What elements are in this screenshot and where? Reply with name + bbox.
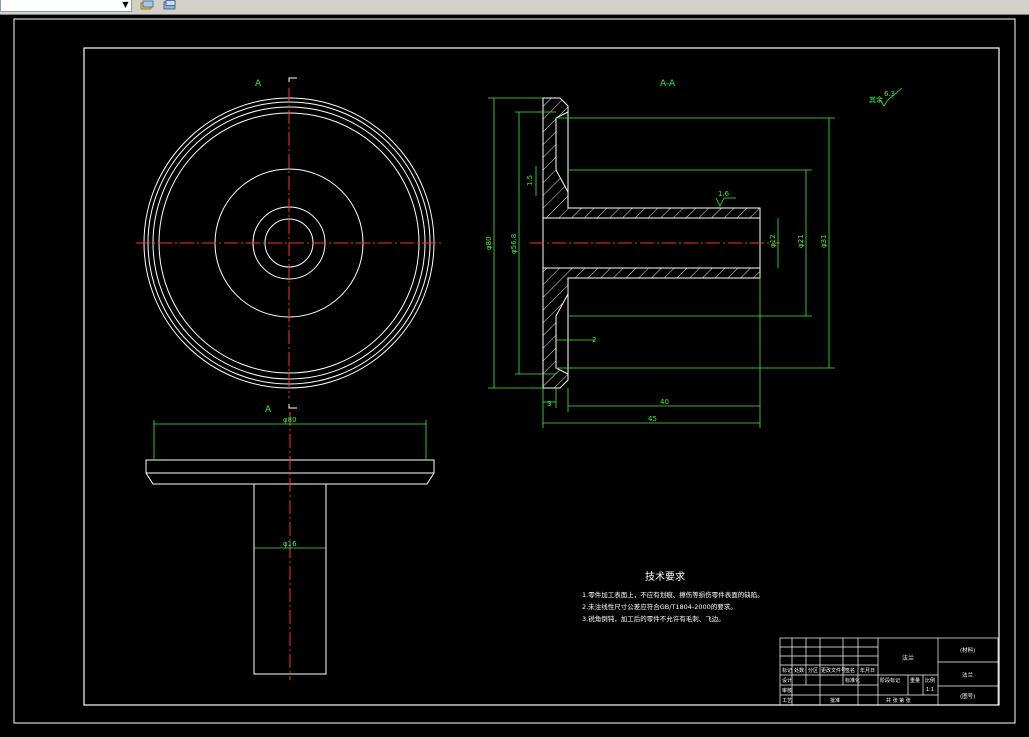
inner-frame [83, 47, 1000, 706]
tb-zone-header: 分区 [808, 667, 818, 674]
tech-note-3: 3.锐角倒钝，加工后的零件不允许有毛刺、飞边。 [582, 614, 725, 623]
tb-stage-mark: 阶段标记 [880, 677, 900, 684]
tb-mark-header: 标记 [782, 667, 792, 674]
dim-shoulder: 3 [547, 400, 551, 408]
chevron-down-icon[interactable]: ▼ [121, 0, 130, 10]
roughness-label: 其余 [869, 95, 883, 104]
toolbar: ▼ [0, 0, 1029, 15]
tech-title: 技术要求 [645, 570, 685, 583]
dim-outer-right: φ31 [820, 234, 828, 248]
surface-mark: 1.6 [718, 190, 730, 198]
tb-count-header: 处数 [794, 667, 804, 674]
tb-standardize: 标准化 [845, 677, 860, 684]
dim-step: 2 [592, 336, 596, 344]
front-view-centerlines [136, 88, 442, 398]
layer-states-icon[interactable] [140, 0, 154, 11]
section-label: A-A [660, 79, 676, 89]
tb-drawing-no: (图号) [960, 692, 975, 700]
tech-note-2: 2.未注线性尺寸公差应符合GB/T1804-2000的要求。 [582, 602, 737, 611]
tb-change-doc: 更改文件号 [821, 667, 846, 674]
tb-sheets: 共 张 第 张 [886, 697, 911, 704]
tb-approve: 批准 [830, 697, 840, 704]
dim-total-length: 45 [648, 415, 657, 423]
cut-label-bottom: A [265, 405, 272, 415]
cut-label-top: A [255, 79, 262, 89]
dim-outer-mid: φ21 [797, 234, 805, 248]
outer-frame [13, 18, 1016, 724]
dim-shaft-length: 40 [660, 398, 669, 406]
tb-part-code: 法兰 [962, 671, 974, 679]
tech-note-1: 1.零件加工表面上，不应有划痕、擦伤等损伤零件表面的缺陷。 [582, 590, 764, 599]
tb-ratio: 比例 [925, 677, 935, 684]
drawing-canvas[interactable]: A A A-A φ80 φ56.8 1.5 φ12 φ21 φ31 2 3 40… [0, 15, 1029, 737]
tb-material: (材料) [960, 646, 975, 654]
tb-process: 工艺 [782, 698, 792, 704]
tb-signature: 签名 [845, 667, 855, 674]
tb-weight: 重量 [910, 677, 920, 684]
tb-date: 年月日 [860, 667, 875, 674]
dim-flange-diameter: φ80 [485, 236, 493, 250]
tb-designer: 设计 [782, 677, 792, 684]
layer-dropdown[interactable]: ▼ [0, 0, 132, 12]
layer-properties-icon[interactable] [163, 0, 177, 11]
tb-scale: 1:1 [926, 687, 934, 693]
tb-reviewer: 审核 [782, 687, 792, 694]
dim-bore-diameter: φ12 [769, 234, 777, 248]
dim-flange-thickness: 1.5 [526, 175, 534, 186]
dim-hub-diameter: φ56.8 [510, 234, 518, 254]
roughness-value: 6.3 [884, 90, 895, 98]
dim-bottom-shaft-diameter: φ16 [283, 540, 297, 548]
tb-part-name: 法兰 [902, 654, 914, 662]
dim-bottom-top-diameter: φ80 [283, 416, 297, 424]
